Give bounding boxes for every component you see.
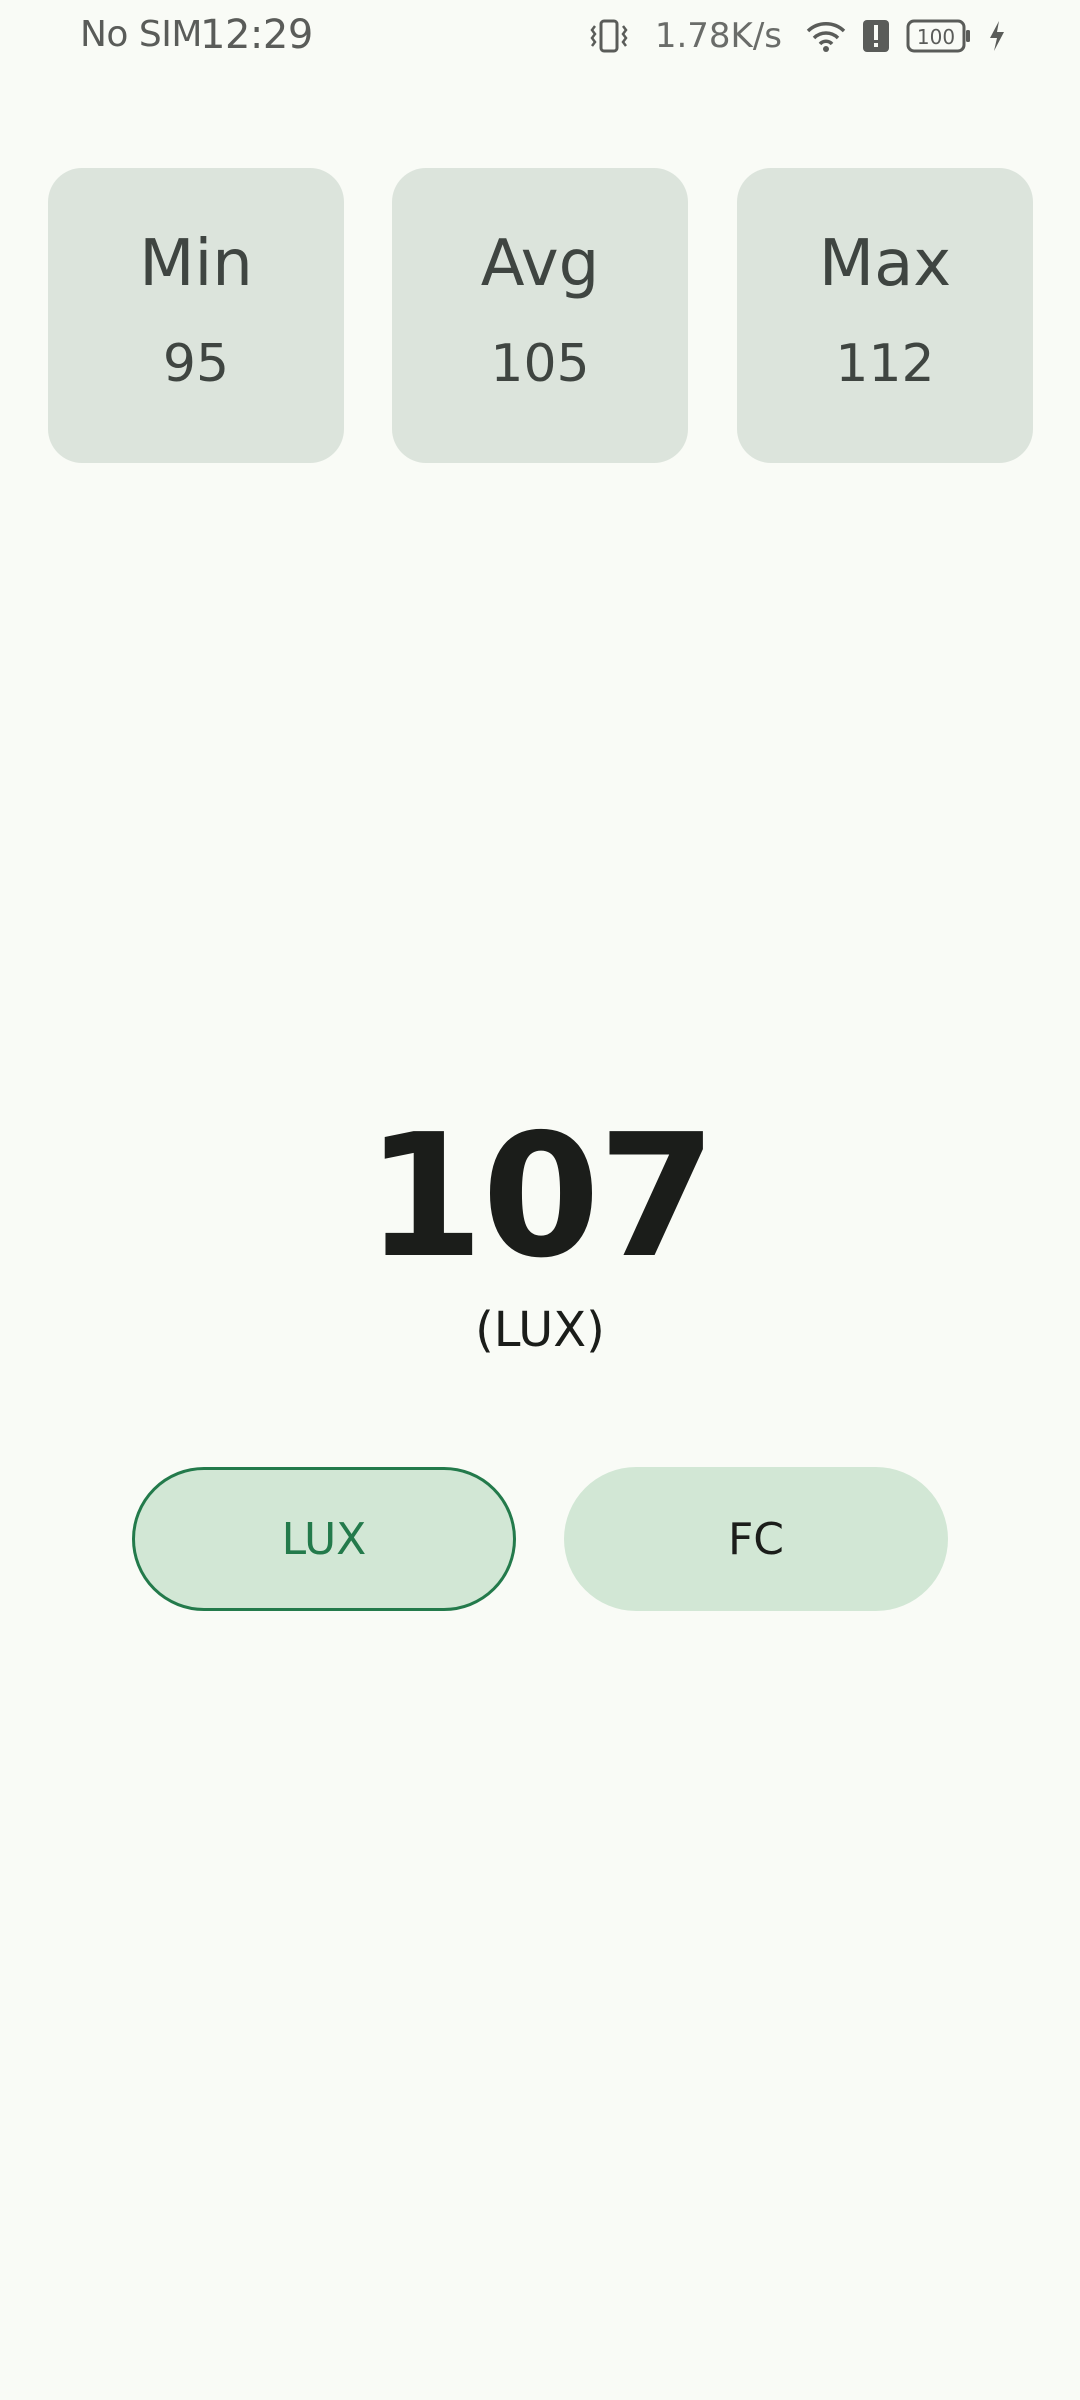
- status-icons: 1.78K/s 100: [589, 16, 1006, 56]
- max-value: 112: [835, 334, 935, 394]
- avg-card: Avg 105: [392, 168, 688, 463]
- battery-icon: 100: [906, 19, 970, 53]
- vibrate-icon: [590, 19, 628, 53]
- carrier-text: No SIM: [80, 14, 202, 55]
- min-card: Min 95: [48, 168, 344, 463]
- network-speed: 1.78K/s: [654, 16, 782, 56]
- current-unit: (LUX): [475, 1302, 605, 1358]
- min-label: Min: [139, 227, 253, 301]
- avg-label: Avg: [480, 227, 600, 301]
- min-value: 95: [162, 334, 230, 394]
- alert-icon: [863, 20, 889, 52]
- wifi-icon: [806, 22, 846, 52]
- clock: 12:29: [200, 12, 313, 58]
- lux-button[interactable]: LUX: [132, 1467, 516, 1611]
- svg-text:100: 100: [917, 25, 955, 49]
- fc-button[interactable]: FC: [564, 1467, 948, 1611]
- max-label: Max: [818, 227, 952, 301]
- max-card: Max 112: [737, 168, 1033, 463]
- status-bar: No SIM 12:29 1.78K/s 100: [0, 0, 1080, 76]
- charging-icon: [990, 21, 1004, 51]
- avg-value: 105: [490, 334, 590, 394]
- current-reading: 107: [365, 1098, 717, 1296]
